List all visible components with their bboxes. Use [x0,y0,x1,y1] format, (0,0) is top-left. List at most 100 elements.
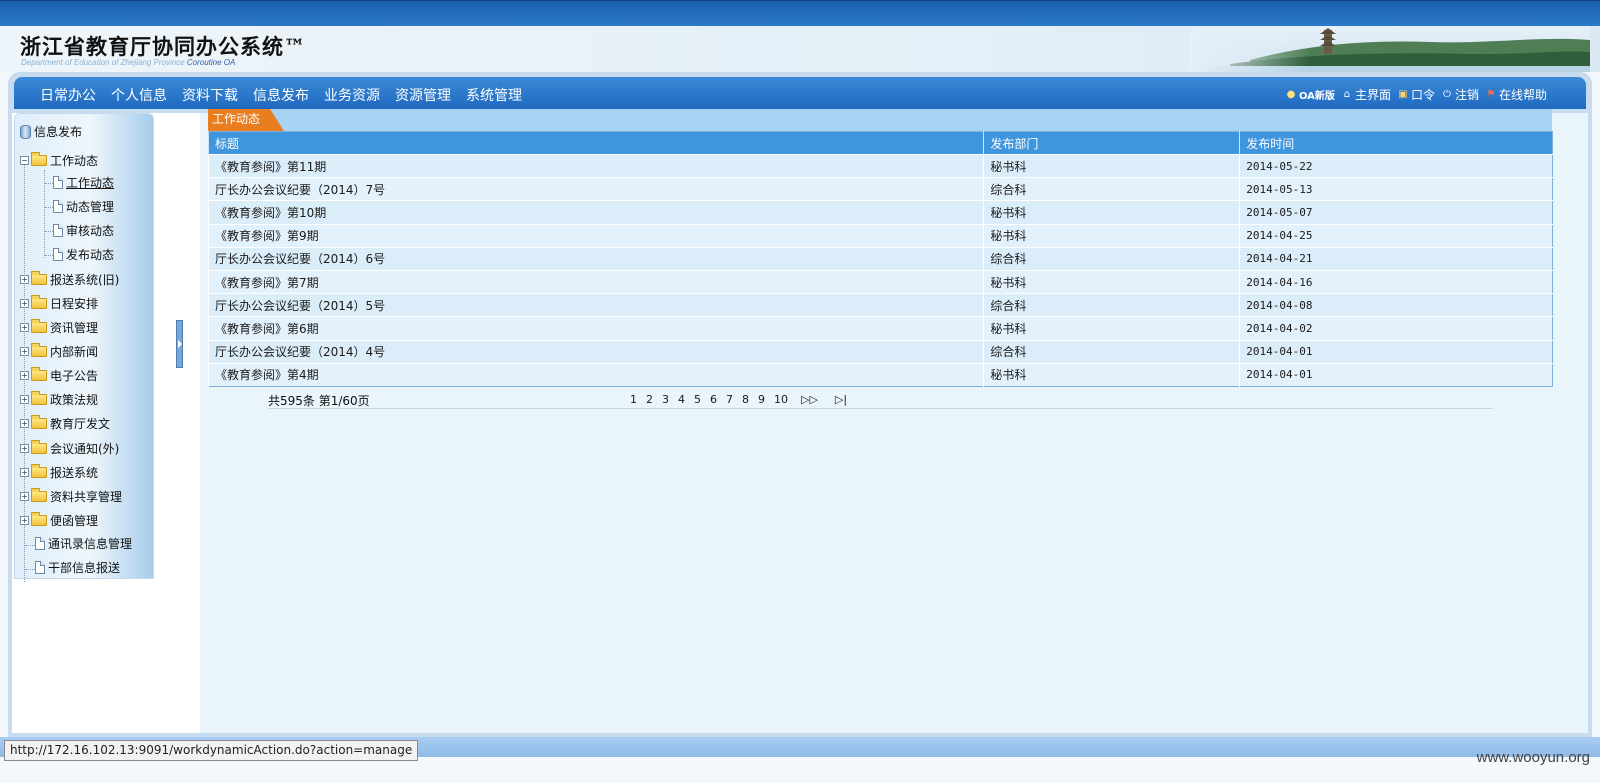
table-row[interactable]: 《教育参阅》第4期 秘书科 2014-04-01 [207,362,1553,387]
page-link-1[interactable]: 1 [630,393,637,406]
page-link-3[interactable]: 3 [662,393,669,406]
tree-folder-schedule[interactable]: + 日程安排 [20,295,98,312]
tree-root-info-publish[interactable]: 信息发布 [20,123,82,140]
app-title: 浙江省教育厅协同办公系统™ [20,34,306,59]
expand-icon[interactable]: + [20,299,29,308]
col-header-department[interactable]: 发布部门 [983,131,1240,155]
tree-folder-news-management[interactable]: + 资讯管理 [20,319,98,336]
expand-icon[interactable]: + [20,371,29,380]
home-link[interactable]: ⌂ 主界面 [1341,86,1391,103]
cell-department: 秘书科 [983,223,1240,248]
cell-date: 2014-04-01 [1239,339,1553,364]
top-strip [0,0,1600,26]
tree-folder-meeting-notices[interactable]: + 会议通知(外) [20,440,119,457]
expand-icon[interactable]: + [20,492,29,501]
table-row[interactable]: 厅长办公会议纪要（2014）7号 综合科 2014-05-13 [207,177,1553,201]
tree-item-work-dynamics[interactable]: 工作动态 [53,174,114,191]
cell-title[interactable]: 《教育参阅》第7期 [207,269,984,294]
tree-item-dynamics-management[interactable]: 动态管理 [53,198,114,215]
folder-icon [31,512,47,526]
menu-business-resources[interactable]: 业务资源 [324,85,380,105]
page-link-5[interactable]: 5 [694,393,701,406]
expand-icon[interactable]: + [20,395,29,404]
tree-item-review-dynamics[interactable]: 审核动态 [53,222,114,239]
sidebar-collapse-handle[interactable] [176,320,183,368]
page-link-4[interactable]: 4 [678,393,685,406]
table-row[interactable]: 厅长办公会议纪要（2014）5号 综合科 2014-04-08 [207,293,1553,317]
cell-title[interactable]: 《教育参阅》第10期 [207,200,984,225]
expand-icon[interactable]: + [20,444,29,453]
menu-info-publish[interactable]: 信息发布 [253,85,309,105]
document-icon [35,537,45,550]
tree-folder-memo-management[interactable]: + 便函管理 [20,512,98,529]
page-link-9[interactable]: 9 [758,393,765,406]
cell-date: 2014-04-08 [1239,293,1553,317]
folder-open-icon [31,152,47,166]
online-help-link[interactable]: ⚑ 在线帮助 [1485,86,1548,103]
document-icon [53,200,63,213]
table-row[interactable]: 《教育参阅》第10期 秘书科 2014-05-07 [207,200,1553,225]
table-row[interactable]: 《教育参阅》第6期 秘书科 2014-04-02 [207,316,1553,340]
menu-daily-office[interactable]: 日常办公 [40,85,96,105]
expand-icon[interactable]: + [20,347,29,356]
cell-department: 综合科 [983,339,1240,364]
pager-summary: 共595条 第1/60页 [268,394,370,408]
table-row[interactable]: 厅长办公会议纪要（2014）6号 综合科 2014-04-21 [207,246,1553,271]
power-icon: ⏻ [1443,88,1451,100]
col-header-title[interactable]: 标题 [207,131,984,155]
page-link-7[interactable]: 7 [726,393,733,406]
tree-folder-report-system-old[interactable]: + 报送系统(旧) [20,271,119,288]
document-icon [53,248,63,261]
expand-icon[interactable]: + [20,516,29,525]
tree-folder-policies[interactable]: + 政策法规 [20,391,98,408]
tree-item-publish-dynamics[interactable]: 发布动态 [53,246,114,263]
menu-resource-management[interactable]: 资源管理 [395,85,451,105]
col-header-date[interactable]: 发布时间 [1239,131,1553,155]
cell-department: 综合科 [983,177,1240,201]
menu-downloads[interactable]: 资料下载 [182,85,238,105]
expand-icon[interactable]: + [20,275,29,284]
last-page-icon[interactable]: ▷| [835,393,847,406]
page-link-10[interactable]: 10 [774,393,788,406]
cell-title[interactable]: 厅长办公会议纪要（2014）6号 [207,246,984,271]
expand-icon[interactable]: + [20,468,29,477]
cell-title[interactable]: 《教育参阅》第4期 [207,362,984,387]
next-page-icon[interactable]: ▷▷ [801,393,818,406]
work-dynamics-table: 标题 发布部门 发布时间 《教育参阅》第11期 秘书科 2014-05-22 厅… [207,131,1553,387]
key-icon: ▣ [1398,88,1408,100]
header: 浙江省教育厅协同办公系统™ Department of Education of… [0,26,1600,72]
menu-system-management[interactable]: 系统管理 [466,85,522,105]
expand-icon[interactable]: + [20,419,29,428]
tab-strip [208,109,1552,131]
landscape-banner-image [1190,26,1590,72]
table-row[interactable]: 《教育参阅》第9期 秘书科 2014-04-25 [207,223,1553,248]
menu-personal-info[interactable]: 个人信息 [111,85,167,105]
page-link-6[interactable]: 6 [710,393,717,406]
cell-title[interactable]: 《教育参阅》第9期 [207,223,984,248]
expand-icon[interactable]: + [20,323,29,332]
oa-new-version-link[interactable]: ● OA新版 [1285,87,1335,103]
tree-folder-work-dynamics[interactable]: − 工作动态 [20,152,98,169]
tree-folder-internal-news[interactable]: + 内部新闻 [20,343,98,360]
page-link-2[interactable]: 2 [646,393,653,406]
cell-title[interactable]: 《教育参阅》第6期 [207,316,984,340]
table-row[interactable]: 厅长办公会议纪要（2014）4号 综合科 2014-04-01 [207,339,1553,364]
tree-folder-report-system[interactable]: + 报送系统 [20,464,98,481]
flag-icon: ⚑ [1486,88,1496,100]
collapse-icon[interactable]: − [20,156,29,165]
tree-folder-file-sharing[interactable]: + 资料共享管理 [20,488,122,505]
cell-department: 综合科 [983,246,1240,271]
tree-item-cadre-report[interactable]: 干部信息报送 [35,559,120,576]
cell-title[interactable]: 《教育参阅》第11期 [207,153,984,178]
table-row[interactable]: 《教育参阅》第7期 秘书科 2014-04-16 [207,269,1553,294]
password-link[interactable]: ▣ 口令 [1397,86,1435,103]
tree-folder-announcements[interactable]: + 电子公告 [20,367,98,384]
page-link-8[interactable]: 8 [742,393,749,406]
tree-item-contacts[interactable]: 通讯录信息管理 [35,535,132,552]
logout-link[interactable]: ⏻ 注销 [1441,86,1479,103]
cell-title[interactable]: 厅长办公会议纪要（2014）7号 [207,177,984,201]
tree-folder-department-documents[interactable]: + 教育厅发文 [20,415,110,432]
cell-title[interactable]: 厅长办公会议纪要（2014）5号 [207,293,984,317]
cell-title[interactable]: 厅长办公会议纪要（2014）4号 [207,339,984,364]
table-row[interactable]: 《教育参阅》第11期 秘书科 2014-05-22 [207,153,1553,178]
